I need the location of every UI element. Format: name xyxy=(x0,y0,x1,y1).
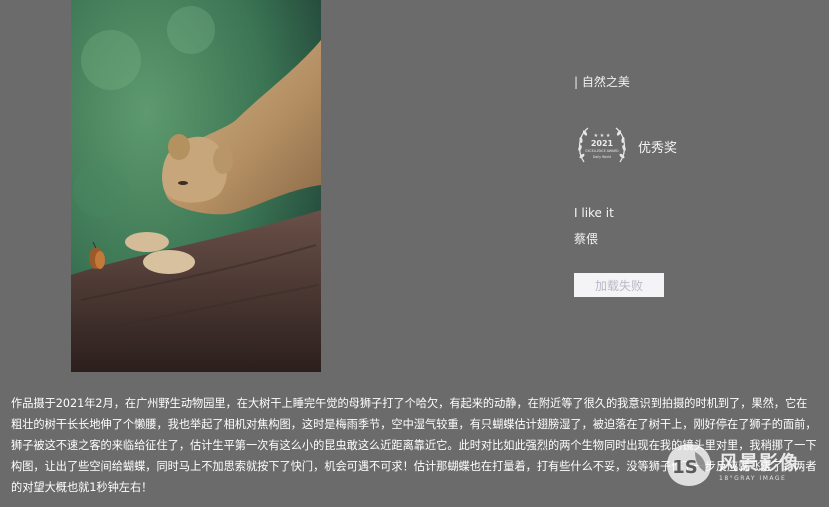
award-badge-icon: ★ ★ ★ 2021 EXCELLENCE AWARD Daily World xyxy=(578,127,626,163)
photo-graphic xyxy=(71,0,321,372)
watermark-text: 风景影像 18°GRAY IMAGE xyxy=(719,448,799,482)
badge-year: 2021 xyxy=(591,139,614,148)
category-label: | 自然之美 xyxy=(574,75,630,89)
load-failed-button[interactable]: 加载失败 xyxy=(574,273,664,297)
watermark-cn: 风景影像 xyxy=(719,452,800,474)
award-section: ★ ★ ★ 2021 EXCELLENCE AWARD Daily World … xyxy=(574,122,677,170)
lioness-photo xyxy=(71,0,321,372)
author-name: 蔡偎 xyxy=(574,232,599,246)
award-label: 优秀奖 xyxy=(638,140,678,156)
watermark-logo-icon: 1S xyxy=(667,444,711,486)
watermark: 1S 风景影像 18°GRAY IMAGE xyxy=(665,437,825,493)
watermark-logo-text: 1S xyxy=(672,457,698,478)
work-title: I like it xyxy=(574,206,614,220)
badge-line1: EXCELLENCE AWARD xyxy=(585,149,619,153)
watermark-en: 18°GRAY IMAGE xyxy=(719,475,787,482)
badge-line2: Daily World xyxy=(593,155,611,159)
